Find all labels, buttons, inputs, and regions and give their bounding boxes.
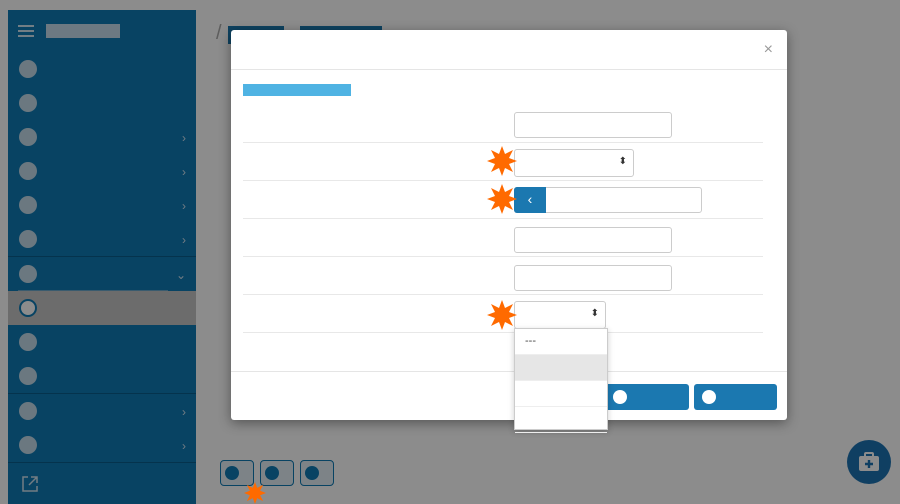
form-row	[243, 256, 763, 295]
burst-marker-icon	[244, 482, 266, 504]
burst-marker-icon	[487, 146, 517, 176]
dropdown-option[interactable]: ---	[515, 329, 607, 355]
button-icon	[702, 390, 716, 404]
chevron-updown-icon: ⬍	[618, 156, 627, 167]
close-icon[interactable]: ×	[764, 41, 773, 59]
burst-marker-icon	[487, 184, 517, 214]
date-field[interactable]: ‹	[514, 187, 702, 213]
modal-header: ×	[231, 30, 787, 70]
form-row	[243, 104, 763, 142]
select-field[interactable]: ⬍	[514, 149, 634, 177]
chevron-left-icon[interactable]: ‹	[514, 187, 546, 213]
chevron-updown-icon: ⬍	[590, 308, 599, 319]
select-field-open[interactable]: ⬍	[514, 301, 606, 329]
select-dropdown-list: ---	[514, 328, 608, 433]
modal-footer	[231, 371, 787, 421]
dropdown-option[interactable]	[515, 381, 607, 407]
modal-dialog: × ⬍ ‹ ⬍	[231, 30, 787, 420]
form-row	[243, 218, 763, 257]
text-field[interactable]	[514, 112, 672, 138]
button-icon	[613, 390, 627, 404]
burst-marker-icon	[487, 300, 517, 330]
form-row	[243, 332, 763, 371]
dropdown-option-highlighted[interactable]	[515, 355, 607, 381]
dropdown-option[interactable]	[515, 407, 607, 433]
text-field[interactable]	[514, 265, 672, 291]
modal-secondary-button[interactable]	[694, 384, 777, 410]
modal-primary-button[interactable]	[605, 384, 689, 410]
section-title	[243, 84, 351, 96]
app-frame: / › › › › ⌄ › › × ⬍ ‹ ⬍ ---	[0, 0, 900, 504]
text-field[interactable]	[514, 227, 672, 253]
